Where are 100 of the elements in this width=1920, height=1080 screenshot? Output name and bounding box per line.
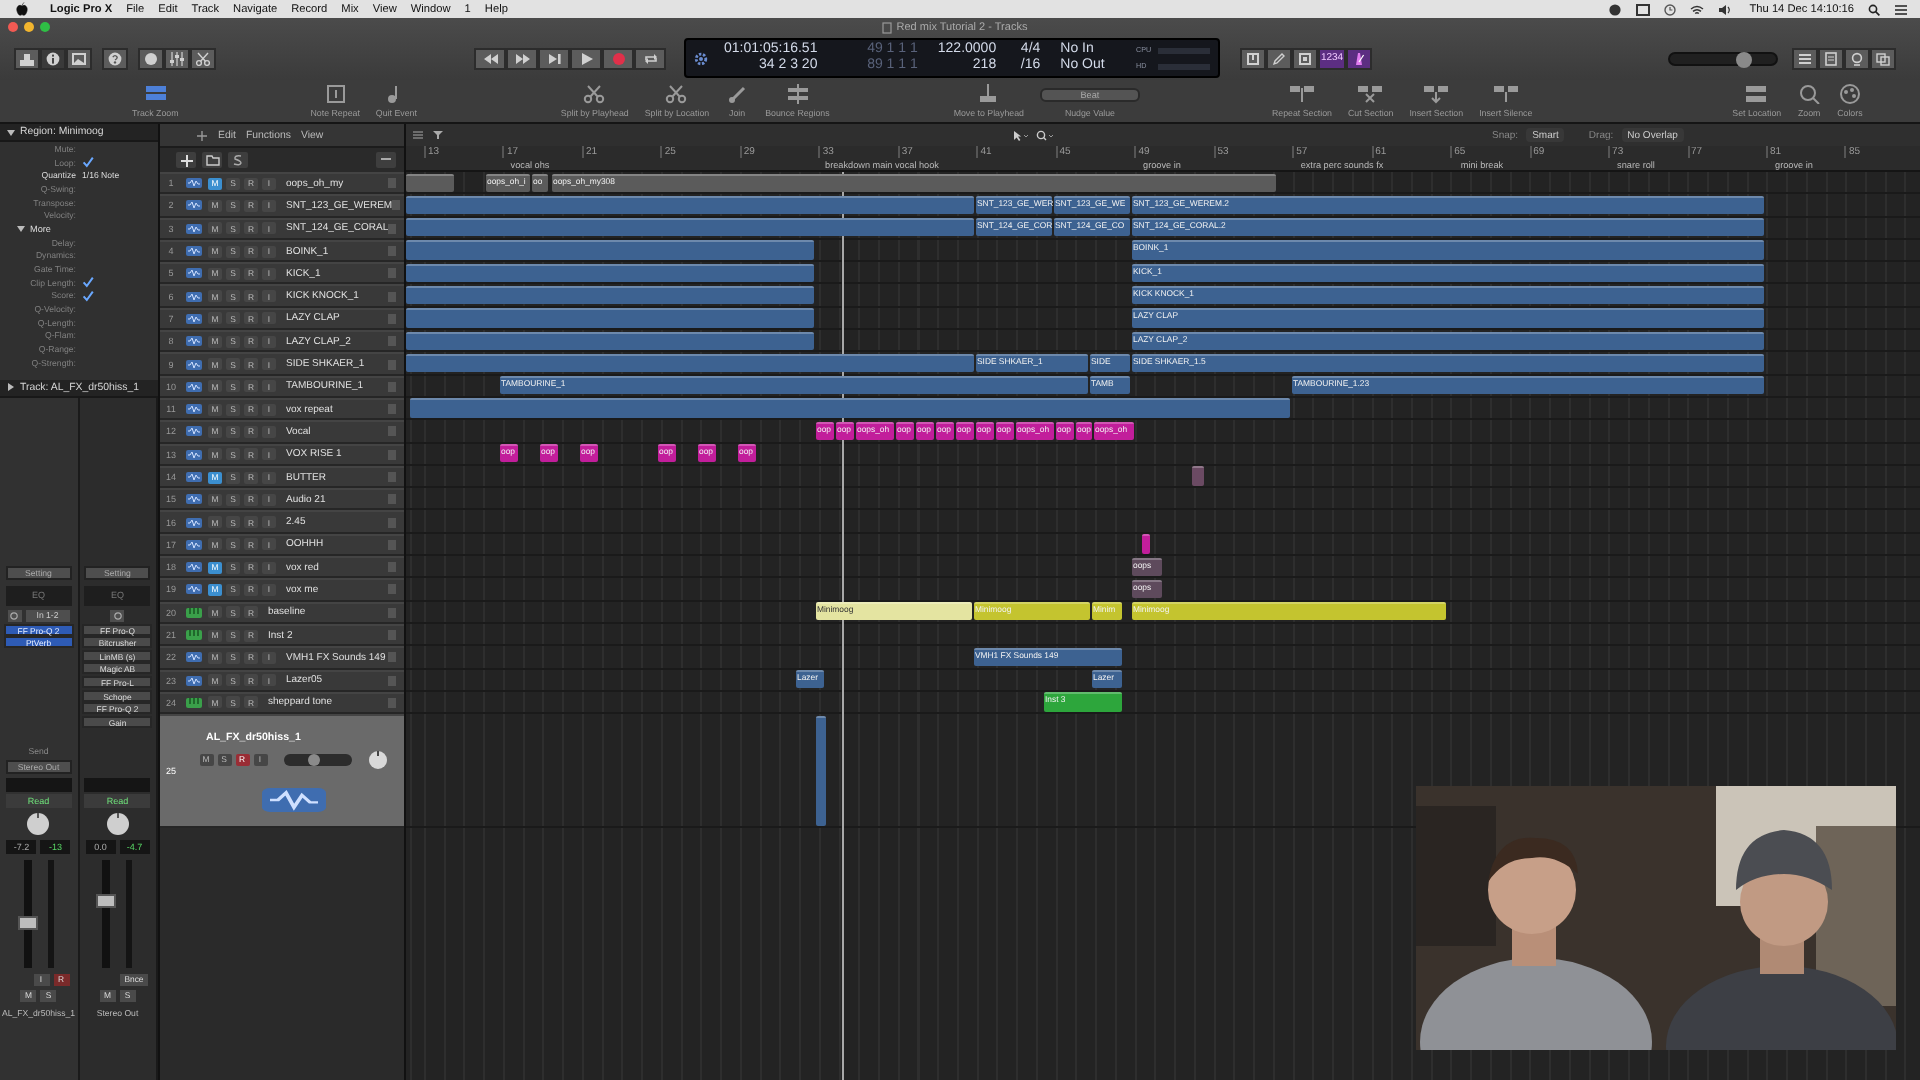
region[interactable]	[406, 263, 814, 282]
notepad-button[interactable]	[1818, 47, 1844, 69]
waveform-icon	[186, 675, 202, 686]
tool-icon	[323, 84, 348, 104]
folder-icon	[205, 154, 219, 166]
tool-icon	[785, 84, 810, 104]
apple-icon[interactable]	[16, 2, 28, 16]
waveform-icon	[186, 223, 202, 234]
circle-icon[interactable]	[1607, 3, 1622, 15]
pan-knob[interactable]	[367, 749, 387, 770]
slider-thumb[interactable]	[1736, 51, 1753, 67]
region[interactable]	[406, 285, 814, 305]
minimize-button[interactable]	[24, 22, 34, 32]
filter-button[interactable]	[432, 128, 444, 142]
fader-track[interactable]	[23, 859, 32, 968]
square-button[interactable]	[1292, 47, 1318, 69]
screen-icon[interactable]	[1635, 3, 1650, 15]
ring-icon	[111, 611, 124, 620]
pencil-button[interactable]	[1266, 47, 1292, 69]
region[interactable]	[406, 353, 974, 373]
help-icon	[108, 51, 122, 65]
document-icon	[882, 21, 893, 33]
meter-icon	[388, 223, 397, 234]
tool-icon	[1493, 84, 1518, 104]
close-button[interactable]	[8, 22, 18, 32]
waveform-icon	[186, 404, 202, 415]
info-button[interactable]	[40, 47, 66, 69]
notepad-icon	[1824, 51, 1838, 65]
link-button[interactable]	[110, 609, 125, 622]
cycle-button[interactable]	[634, 47, 666, 69]
gear-icon[interactable]	[694, 51, 708, 65]
waveform-icon	[186, 584, 202, 595]
tool-icon	[1744, 84, 1769, 104]
zoom-button[interactable]	[40, 22, 50, 32]
waveform-icon	[186, 494, 202, 505]
waveform-icon	[186, 652, 202, 663]
pan-knob[interactable]	[26, 811, 51, 836]
ring-icon	[8, 611, 21, 620]
waveform-icon	[186, 562, 202, 573]
play-button[interactable]	[570, 47, 602, 69]
help-button[interactable]	[102, 47, 128, 69]
list-icon	[1798, 51, 1812, 65]
checkbox[interactable]	[82, 289, 94, 302]
tool-icon	[1797, 84, 1822, 104]
keyboard-icon	[186, 697, 202, 708]
knob-button[interactable]	[138, 47, 164, 69]
collapse-button[interactable]	[376, 152, 396, 168]
speaker-icon[interactable]	[1717, 3, 1732, 15]
pan-knob[interactable]	[105, 811, 130, 836]
waveform-icon	[186, 449, 202, 460]
rewind-button[interactable]	[474, 47, 506, 69]
cycle-icon	[643, 51, 657, 65]
list-icon	[412, 130, 424, 140]
clock-icon[interactable]	[1663, 3, 1676, 15]
waveform-icon	[186, 359, 202, 370]
fader-track[interactable]	[102, 859, 111, 968]
checkbox[interactable]	[82, 156, 94, 169]
region[interactable]	[406, 173, 454, 192]
tool-icon	[1289, 84, 1314, 104]
volume-slider[interactable]	[1668, 51, 1778, 65]
waveform-icon	[186, 313, 202, 324]
add-track-button[interactable]	[176, 152, 196, 168]
loop-button[interactable]	[1844, 47, 1870, 69]
picture-button[interactable]	[66, 47, 92, 69]
checkbox[interactable]	[82, 276, 94, 289]
waveform-icon	[261, 787, 325, 812]
tool-icon	[1358, 84, 1383, 104]
metronome-button[interactable]	[1346, 47, 1372, 69]
record-icon	[611, 51, 625, 65]
folder-button[interactable]	[202, 152, 222, 168]
go-to-beginning-button[interactable]	[538, 47, 570, 69]
browser-button[interactable]	[1870, 47, 1896, 69]
list-button[interactable]	[1792, 47, 1818, 69]
tool-icon	[725, 84, 750, 104]
region[interactable]	[406, 331, 814, 350]
fader-cap[interactable]	[17, 915, 38, 929]
slider-thumb[interactable]	[307, 753, 320, 766]
scissors-button[interactable]	[190, 47, 216, 69]
menu-icon[interactable]	[1894, 3, 1908, 15]
library-button[interactable]	[14, 47, 40, 69]
loop-icon	[1850, 51, 1864, 65]
waveform-icon	[186, 426, 202, 437]
region[interactable]	[406, 218, 974, 237]
search-icon[interactable]	[1868, 3, 1880, 15]
wave-button[interactable]	[228, 152, 248, 168]
region[interactable]	[1142, 534, 1150, 554]
tuner-button[interactable]	[1240, 47, 1266, 69]
playhead-line[interactable]	[842, 172, 844, 1080]
waveform-icon	[186, 472, 202, 482]
wifi-icon[interactable]	[1689, 3, 1704, 15]
disclosure-icon[interactable]	[6, 382, 16, 393]
region[interactable]	[406, 195, 974, 215]
disclosure-icon[interactable]	[16, 223, 26, 234]
sliders-button[interactable]	[164, 47, 190, 69]
fast-forward-button[interactable]	[506, 47, 538, 69]
info-icon	[46, 51, 60, 65]
link-button[interactable]	[7, 609, 22, 622]
volume-slider[interactable]	[283, 753, 351, 766]
fader-cap[interactable]	[96, 893, 117, 908]
funnel-icon	[432, 130, 444, 140]
